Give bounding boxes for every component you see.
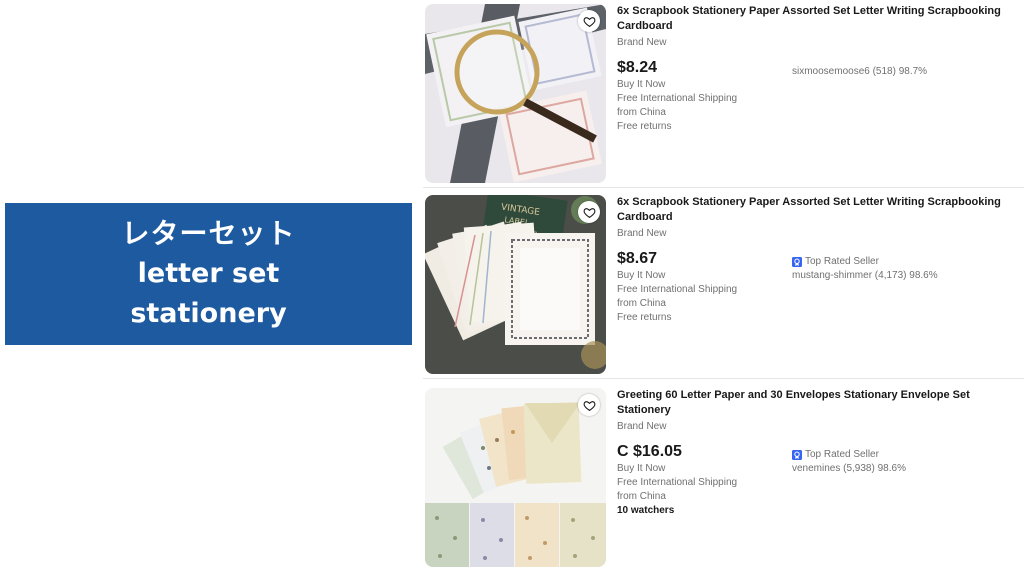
banner-line-category: stationery <box>130 298 287 329</box>
seller-info: Top Rated Seller venemines (5,938) 98.6% <box>792 448 1024 476</box>
buy-format: Buy It Now <box>617 79 666 90</box>
listing-image[interactable] <box>425 4 606 183</box>
listing-title-link[interactable]: Greeting 60 Letter Paper and 30 Envelope… <box>617 388 1022 418</box>
item-origin: from China <box>617 298 666 309</box>
shipping-info: Free International Shipping <box>617 284 738 295</box>
heart-icon <box>583 207 595 218</box>
shipping-info: Free International Shipping <box>617 93 738 104</box>
listing-title-link[interactable]: 6x Scrapbook Stationery Paper Assorted S… <box>617 4 1022 34</box>
watch-heart-button[interactable] <box>578 10 600 32</box>
top-rated-label: Top Rated Seller <box>805 449 879 460</box>
promo-banner: レターセット letter set stationery <box>5 203 412 345</box>
seller-info: Top Rated Seller mustang-shimmer (4,173)… <box>792 255 1024 283</box>
item-origin: from China <box>617 491 666 502</box>
listing-item[interactable]: VINTAGE LABEL STICKERS 6x Scrapbook Stat… <box>423 191 1024 379</box>
heart-icon <box>583 400 595 411</box>
top-rated-seller-badge: Top Rated Seller <box>792 255 1024 269</box>
listing-image[interactable]: VINTAGE LABEL STICKERS <box>425 195 606 374</box>
top-rated-seller-badge: Top Rated Seller <box>792 448 1024 462</box>
seller-info: sixmoosemoose6 (518) 98.7% <box>792 65 1024 79</box>
listing-title-link[interactable]: 6x Scrapbook Stationery Paper Assorted S… <box>617 195 1022 225</box>
heart-icon <box>583 16 595 27</box>
returns-info: Free returns <box>617 121 672 132</box>
item-condition: Brand New <box>617 228 667 239</box>
seller-name: sixmoosemoose6 (518) 98.7% <box>792 66 928 77</box>
shipping-info: Free International Shipping <box>617 477 738 488</box>
top-rated-badge-icon <box>792 450 802 460</box>
listing-image[interactable] <box>425 388 606 567</box>
item-condition: Brand New <box>617 421 667 432</box>
item-origin: from China <box>617 107 666 118</box>
top-rated-label: Top Rated Seller <box>805 256 879 267</box>
seller-name: mustang-shimmer (4,173) 98.6% <box>792 270 938 281</box>
seller-name: venemines (5,938) 98.6% <box>792 463 906 474</box>
watchers-count: 10 watchers <box>617 505 675 516</box>
banner-line-japanese: レターセット <box>121 217 296 250</box>
returns-info: Free returns <box>617 312 672 323</box>
listing-item[interactable]: 6x Scrapbook Stationery Paper Assorted S… <box>423 0 1024 188</box>
watch-heart-button[interactable] <box>578 201 600 223</box>
top-rated-badge-icon <box>792 257 802 267</box>
listing-item[interactable]: Greeting 60 Letter Paper and 30 Envelope… <box>423 384 1024 571</box>
item-condition: Brand New <box>617 37 667 48</box>
watch-heart-button[interactable] <box>578 394 600 416</box>
banner-line-english: letter set <box>137 258 280 289</box>
